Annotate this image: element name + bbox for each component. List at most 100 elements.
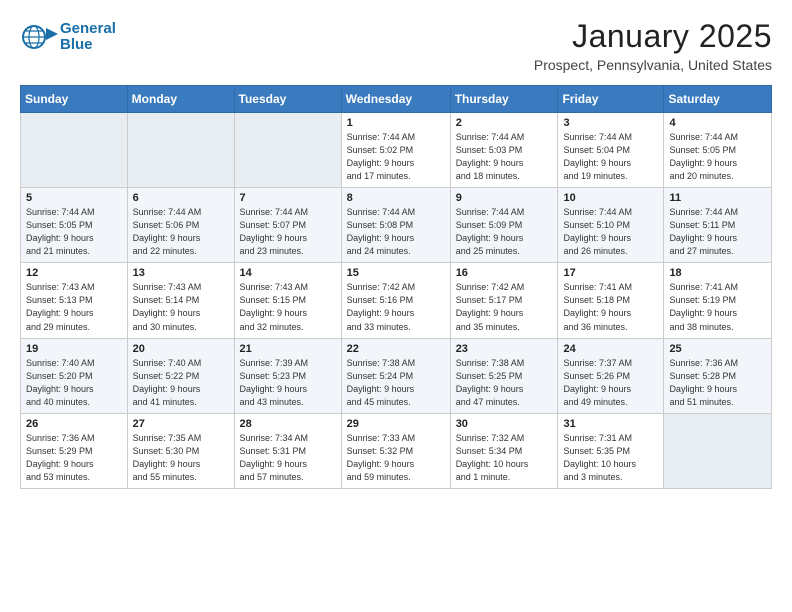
calendar-cell-w5-d5: 30 Sunrise: 7:32 AMSunset: 5:34 PMDayligh… [450, 413, 558, 488]
calendar-cell-w5-d3: 28 Sunrise: 7:34 AMSunset: 5:31 PMDayligh… [234, 413, 341, 488]
day-info: Sunrise: 7:36 AMSunset: 5:28 PMDaylight:… [669, 357, 766, 409]
day-info: Sunrise: 7:43 AMSunset: 5:13 PMDaylight:… [26, 281, 122, 333]
day-number: 8 [347, 192, 445, 204]
calendar-cell-w1-d2 [127, 113, 234, 188]
day-number: 16 [456, 267, 553, 279]
day-info: Sunrise: 7:38 AMSunset: 5:25 PMDaylight:… [456, 357, 553, 409]
logo-icon [20, 18, 58, 56]
calendar-cell-w4-d4: 22 Sunrise: 7:38 AMSunset: 5:24 PMDayligh… [341, 338, 450, 413]
header: General Blue January 2025 Prospect, Penn… [20, 18, 772, 73]
calendar-cell-w3-d3: 14Sunrise: 7:43 AMSunset: 5:15 PMDayligh… [234, 263, 341, 338]
day-info: Sunrise: 7:35 AMSunset: 5:30 PMDaylight:… [133, 432, 229, 484]
day-info: Sunrise: 7:44 AMSunset: 5:05 PMDaylight:… [669, 131, 766, 183]
calendar-cell-w2-d5: 9 Sunrise: 7:44 AMSunset: 5:09 PMDaylight… [450, 188, 558, 263]
calendar-week-1: 1 Sunrise: 7:44 AMSunset: 5:02 PMDaylight… [21, 113, 772, 188]
day-number: 5 [26, 192, 122, 204]
day-number: 1 [347, 117, 445, 129]
day-info: Sunrise: 7:36 AMSunset: 5:29 PMDaylight:… [26, 432, 122, 484]
calendar-cell-w3-d4: 15 Sunrise: 7:42 AMSunset: 5:16 PMDayligh… [341, 263, 450, 338]
logo: General Blue [20, 18, 116, 56]
logo-line2: Blue [60, 37, 116, 54]
location: Prospect, Pennsylvania, United States [534, 57, 772, 73]
header-sunday: Sunday [21, 86, 128, 113]
day-info: Sunrise: 7:42 AMSunset: 5:17 PMDaylight:… [456, 281, 553, 333]
day-info: Sunrise: 7:41 AMSunset: 5:18 PMDaylight:… [563, 281, 658, 333]
title-block: January 2025 Prospect, Pennsylvania, Uni… [534, 18, 772, 73]
header-thursday: Thursday [450, 86, 558, 113]
logo-text-block: General Blue [60, 21, 116, 54]
day-info: Sunrise: 7:44 AMSunset: 5:11 PMDaylight:… [669, 206, 766, 258]
month-title: January 2025 [534, 18, 772, 55]
day-info: Sunrise: 7:43 AMSunset: 5:15 PMDaylight:… [240, 281, 336, 333]
calendar-cell-w2-d4: 8 Sunrise: 7:44 AMSunset: 5:08 PMDaylight… [341, 188, 450, 263]
day-info: Sunrise: 7:40 AMSunset: 5:20 PMDaylight:… [26, 357, 122, 409]
day-info: Sunrise: 7:44 AMSunset: 5:10 PMDaylight:… [563, 206, 658, 258]
calendar-cell-w3-d6: 17 Sunrise: 7:41 AMSunset: 5:18 PMDayligh… [558, 263, 664, 338]
day-info: Sunrise: 7:42 AMSunset: 5:16 PMDaylight:… [347, 281, 445, 333]
calendar-cell-w1-d6: 3Sunrise: 7:44 AMSunset: 5:04 PMDaylight… [558, 113, 664, 188]
calendar-cell-w1-d5: 2 Sunrise: 7:44 AMSunset: 5:03 PMDaylight… [450, 113, 558, 188]
calendar-header-row: Sunday Monday Tuesday Wednesday Thursday… [21, 86, 772, 113]
day-number: 29 [347, 418, 445, 430]
calendar-cell-w3-d2: 13 Sunrise: 7:43 AMSunset: 5:14 PMDayligh… [127, 263, 234, 338]
day-info: Sunrise: 7:33 AMSunset: 5:32 PMDaylight:… [347, 432, 445, 484]
calendar-cell-w4-d1: 19 Sunrise: 7:40 AMSunset: 5:20 PMDayligh… [21, 338, 128, 413]
calendar-week-2: 5 Sunrise: 7:44 AMSunset: 5:05 PMDaylight… [21, 188, 772, 263]
day-number: 28 [240, 418, 336, 430]
calendar-cell-w2-d1: 5 Sunrise: 7:44 AMSunset: 5:05 PMDaylight… [21, 188, 128, 263]
calendar-cell-w4-d5: 23 Sunrise: 7:38 AMSunset: 5:25 PMDayligh… [450, 338, 558, 413]
calendar-cell-w2-d6: 10 Sunrise: 7:44 AMSunset: 5:10 PMDayligh… [558, 188, 664, 263]
calendar-cell-w4-d3: 21Sunrise: 7:39 AMSunset: 5:23 PMDayligh… [234, 338, 341, 413]
day-number: 7 [240, 192, 336, 204]
calendar-table: Sunday Monday Tuesday Wednesday Thursday… [20, 85, 772, 489]
calendar-cell-w5-d6: 31Sunrise: 7:31 AMSunset: 5:35 PMDayligh… [558, 413, 664, 488]
day-number: 22 [347, 343, 445, 355]
header-wednesday: Wednesday [341, 86, 450, 113]
day-number: 19 [26, 343, 122, 355]
day-number: 13 [133, 267, 229, 279]
day-number: 2 [456, 117, 553, 129]
day-number: 10 [563, 192, 658, 204]
calendar-cell-w1-d4: 1 Sunrise: 7:44 AMSunset: 5:02 PMDaylight… [341, 113, 450, 188]
day-number: 15 [347, 267, 445, 279]
day-number: 20 [133, 343, 229, 355]
calendar-cell-w2-d3: 7 Sunrise: 7:44 AMSunset: 5:07 PMDaylight… [234, 188, 341, 263]
day-info: Sunrise: 7:40 AMSunset: 5:22 PMDaylight:… [133, 357, 229, 409]
day-info: Sunrise: 7:41 AMSunset: 5:19 PMDaylight:… [669, 281, 766, 333]
calendar-cell-w3-d5: 16 Sunrise: 7:42 AMSunset: 5:17 PMDayligh… [450, 263, 558, 338]
day-info: Sunrise: 7:44 AMSunset: 5:02 PMDaylight:… [347, 131, 445, 183]
day-info: Sunrise: 7:43 AMSunset: 5:14 PMDaylight:… [133, 281, 229, 333]
calendar-cell-w5-d2: 27 Sunrise: 7:35 AMSunset: 5:30 PMDayligh… [127, 413, 234, 488]
day-info: Sunrise: 7:44 AMSunset: 5:07 PMDaylight:… [240, 206, 336, 258]
day-info: Sunrise: 7:44 AMSunset: 5:04 PMDaylight:… [563, 131, 658, 183]
day-info: Sunrise: 7:34 AMSunset: 5:31 PMDaylight:… [240, 432, 336, 484]
day-info: Sunrise: 7:37 AMSunset: 5:26 PMDaylight:… [563, 357, 658, 409]
day-number: 26 [26, 418, 122, 430]
logo-line1: General [60, 21, 116, 38]
day-number: 18 [669, 267, 766, 279]
day-number: 9 [456, 192, 553, 204]
day-number: 30 [456, 418, 553, 430]
page: General Blue January 2025 Prospect, Penn… [0, 0, 792, 612]
calendar-cell-w4-d6: 24 Sunrise: 7:37 AMSunset: 5:26 PMDayligh… [558, 338, 664, 413]
day-number: 6 [133, 192, 229, 204]
day-info: Sunrise: 7:32 AMSunset: 5:34 PMDaylight:… [456, 432, 553, 484]
calendar-cell-w2-d7: 11Sunrise: 7:44 AMSunset: 5:11 PMDayligh… [664, 188, 772, 263]
day-info: Sunrise: 7:44 AMSunset: 5:05 PMDaylight:… [26, 206, 122, 258]
day-info: Sunrise: 7:44 AMSunset: 5:08 PMDaylight:… [347, 206, 445, 258]
day-info: Sunrise: 7:44 AMSunset: 5:03 PMDaylight:… [456, 131, 553, 183]
day-number: 12 [26, 267, 122, 279]
calendar-cell-w3-d7: 18 Sunrise: 7:41 AMSunset: 5:19 PMDayligh… [664, 263, 772, 338]
day-number: 27 [133, 418, 229, 430]
day-number: 17 [563, 267, 658, 279]
day-info: Sunrise: 7:44 AMSunset: 5:09 PMDaylight:… [456, 206, 553, 258]
day-info: Sunrise: 7:39 AMSunset: 5:23 PMDaylight:… [240, 357, 336, 409]
calendar-week-4: 19 Sunrise: 7:40 AMSunset: 5:20 PMDayligh… [21, 338, 772, 413]
day-number: 24 [563, 343, 658, 355]
day-number: 31 [563, 418, 658, 430]
day-number: 23 [456, 343, 553, 355]
day-info: Sunrise: 7:38 AMSunset: 5:24 PMDaylight:… [347, 357, 445, 409]
day-number: 25 [669, 343, 766, 355]
calendar-cell-w5-d7 [664, 413, 772, 488]
day-number: 4 [669, 117, 766, 129]
